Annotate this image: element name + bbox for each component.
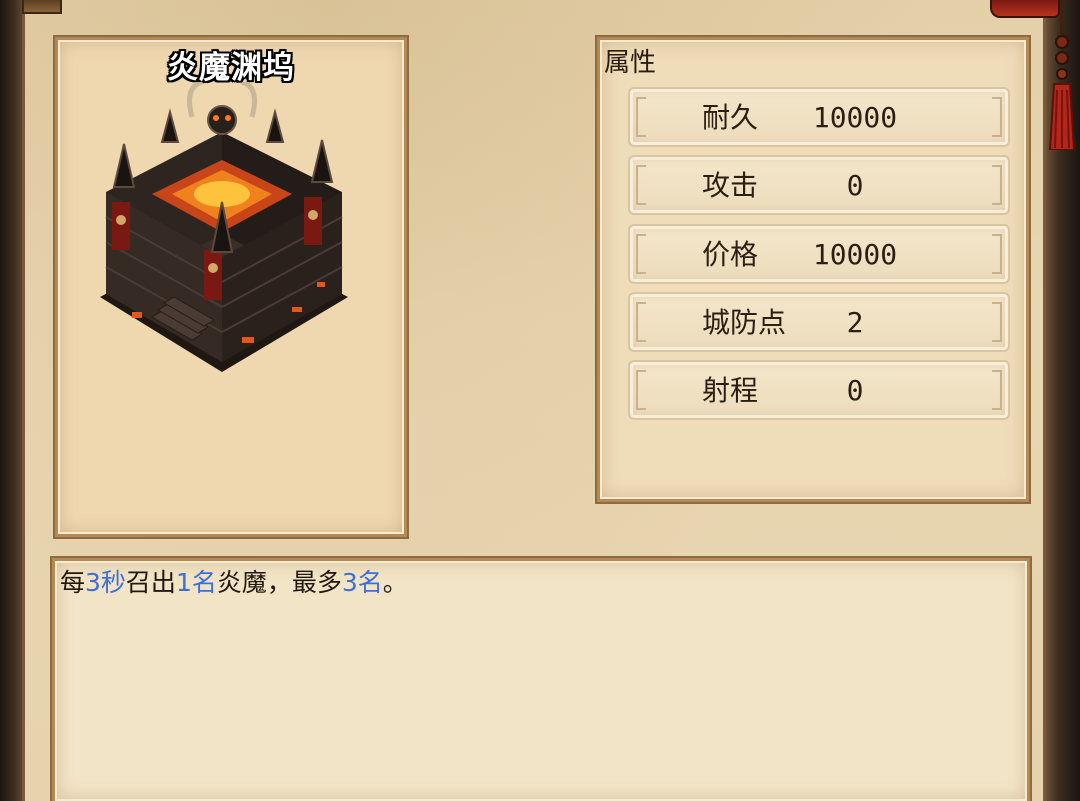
attr-value: 10000 (812, 238, 898, 271)
attr-label: 城防点 (702, 306, 787, 339)
desc-highlight: 3名 (341, 568, 383, 597)
desc-part: 。 (382, 568, 408, 597)
attributes-title: 属性 (604, 48, 657, 78)
description-text: 每3秒召出1名炎魔，最多3名。 (60, 566, 408, 600)
window-frame-left (0, 0, 22, 801)
attr-row-price: 价格 10000 (628, 224, 1010, 284)
attr-value: 0 (846, 374, 864, 407)
desc-highlight: 3秒 (85, 568, 126, 597)
attr-label: 价格 (702, 238, 759, 271)
desc-highlight: 1名 (175, 568, 217, 597)
desc-part: 炎魔，最多 (216, 568, 342, 597)
attr-value: 10000 (812, 101, 898, 134)
attr-label: 攻击 (702, 169, 759, 202)
demon-fortress-icon (100, 82, 348, 372)
tassel-icon (1048, 0, 1076, 150)
desc-part: 每 (60, 568, 86, 597)
corner-ornament (22, 0, 62, 14)
attr-row-durability: 耐久 10000 (628, 87, 1010, 147)
attr-row-defense-points: 城防点 2 (628, 292, 1010, 352)
attr-value: 2 (846, 306, 864, 339)
desc-part: 召出 (125, 568, 176, 597)
attr-label: 耐久 (702, 101, 759, 134)
attr-value: 0 (846, 169, 864, 202)
attr-row-attack: 攻击 0 (628, 155, 1010, 215)
attr-label: 射程 (702, 374, 759, 407)
attr-row-range: 射程 0 (628, 360, 1010, 420)
